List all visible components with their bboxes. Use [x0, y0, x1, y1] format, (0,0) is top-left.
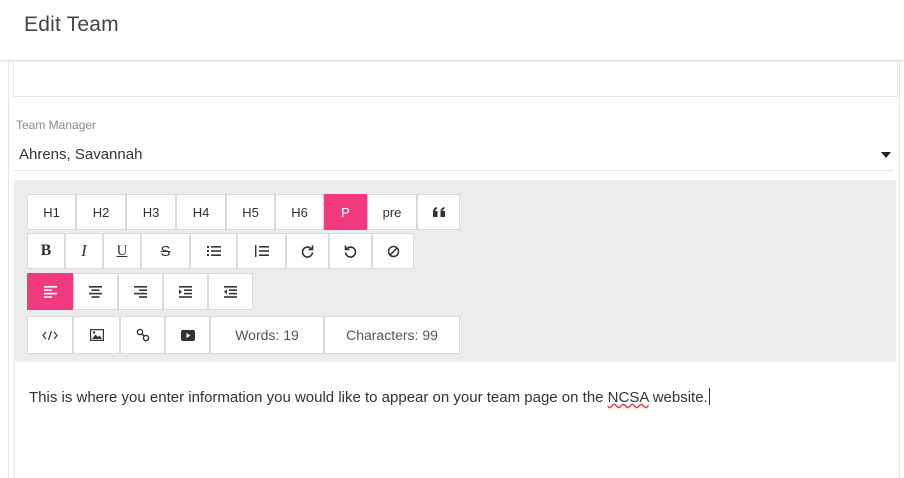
character-count: Characters: 99: [324, 316, 460, 354]
insert-video-button[interactable]: [165, 316, 210, 354]
team-manager-value: Ahrens, Savannah: [19, 146, 143, 163]
rich-text-editor[interactable]: This is where you enter information you …: [14, 362, 897, 478]
chevron-down-icon: [881, 152, 891, 158]
strikethrough-button[interactable]: S: [141, 233, 190, 269]
editor-text-ncsa: NCSA: [607, 389, 649, 406]
pre-button[interactable]: pre: [367, 194, 417, 230]
link-icon: [136, 328, 150, 342]
page-title: Edit Team: [24, 13, 119, 36]
image-icon: [89, 329, 104, 341]
align-right-icon: [134, 285, 147, 298]
unordered-list-button[interactable]: [190, 233, 237, 269]
h1-button[interactable]: H1: [27, 194, 76, 230]
align-center-icon: [89, 285, 102, 298]
paragraph-button[interactable]: P: [324, 194, 367, 230]
redo-icon: [301, 245, 314, 258]
h3-button[interactable]: H3: [126, 194, 176, 230]
h6-button[interactable]: H6: [275, 194, 324, 230]
right-divider: [899, 62, 900, 478]
code-view-button[interactable]: [27, 316, 73, 354]
clear-format-button[interactable]: [372, 233, 414, 269]
video-icon: [180, 329, 195, 341]
blockquote-icon: [432, 206, 446, 218]
ordered-list-icon: [254, 245, 269, 257]
align-left-icon: [43, 285, 57, 298]
redo-button[interactable]: [286, 233, 329, 269]
indent-button[interactable]: [163, 273, 208, 310]
h5-button[interactable]: H5: [226, 194, 275, 230]
text-cursor: [708, 388, 710, 405]
editor-content: This is where you enter information you …: [29, 388, 710, 406]
italic-button[interactable]: I: [65, 233, 103, 269]
team-manager-label: Team Manager: [16, 118, 97, 132]
team-manager-select[interactable]: Ahrens, Savannah: [14, 140, 894, 171]
word-count: Words: 19: [210, 316, 324, 354]
left-divider: [8, 62, 9, 478]
indent-icon: [179, 285, 192, 298]
bold-button[interactable]: B: [27, 233, 65, 269]
editor-toolbar: H1 H2 H3 H4 H5 H6 P pre B I U S Words: 1…: [14, 180, 896, 362]
previous-field[interactable]: [13, 62, 898, 97]
editor-text-end: website.: [648, 389, 708, 406]
outdent-icon: [224, 285, 237, 298]
editor-text-start: This is where you enter information you …: [29, 389, 608, 406]
ordered-list-button[interactable]: [237, 233, 286, 269]
h4-button[interactable]: H4: [176, 194, 226, 230]
blockquote-button[interactable]: [417, 194, 460, 230]
unordered-list-icon: [206, 245, 221, 257]
outdent-button[interactable]: [208, 273, 253, 310]
align-left-button[interactable]: [27, 273, 73, 310]
insert-image-button[interactable]: [73, 316, 120, 354]
undo-button[interactable]: [329, 233, 372, 269]
page-header: Edit Team: [0, 0, 904, 61]
align-right-button[interactable]: [118, 273, 163, 310]
clear-format-icon: [387, 245, 400, 258]
underline-button[interactable]: U: [103, 233, 141, 269]
undo-icon: [344, 245, 357, 258]
h2-button[interactable]: H2: [76, 194, 126, 230]
code-icon: [42, 330, 58, 341]
align-center-button[interactable]: [73, 273, 118, 310]
insert-link-button[interactable]: [120, 316, 165, 354]
